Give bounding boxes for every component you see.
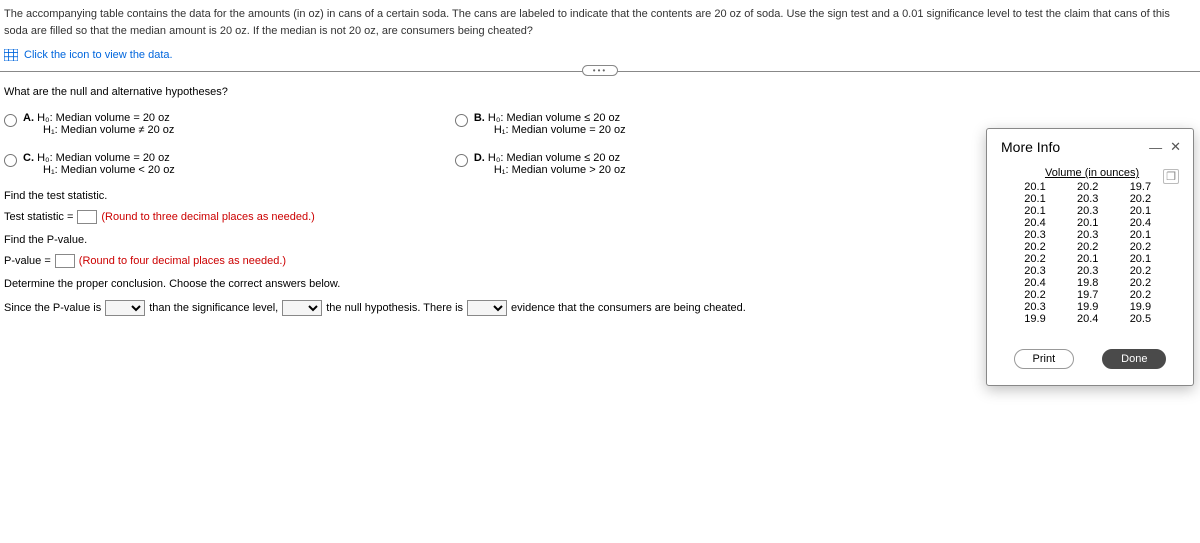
- data-cell: 20.2: [1118, 277, 1151, 289]
- hypotheses-question: What are the null and alternative hypoth…: [4, 86, 1196, 98]
- concl-text-3: the null hypothesis. There is: [326, 302, 463, 314]
- data-cell: 20.2: [1118, 265, 1151, 277]
- more-info-modal: More Info — ✕ ❐ Volume (in ounces) 20.12…: [986, 128, 1194, 386]
- data-header: Volume (in ounces): [1021, 167, 1179, 179]
- print-button[interactable]: Print: [1014, 349, 1075, 369]
- data-cell: 19.9: [1013, 313, 1046, 325]
- option-b[interactable]: B. H₀: Median volume ≤ 20 oz H₁: Median …: [455, 112, 626, 136]
- data-cell: 20.2: [1066, 241, 1099, 253]
- concl-text-4: evidence that the consumers are being ch…: [511, 302, 746, 314]
- data-cell: 20.4: [1066, 313, 1099, 325]
- data-cell: 20.2: [1118, 289, 1151, 301]
- data-cell: 20.4: [1013, 217, 1046, 229]
- radio-d[interactable]: [455, 154, 468, 167]
- data-cell: 20.3: [1066, 229, 1099, 241]
- data-cell: 20.3: [1066, 265, 1099, 277]
- data-cell: 20.5: [1118, 313, 1151, 325]
- option-d[interactable]: D. H₀: Median volume ≤ 20 oz H₁: Median …: [455, 152, 626, 176]
- data-cell: 20.1: [1118, 253, 1151, 265]
- p-value-input[interactable]: [55, 254, 75, 268]
- data-cell: 20.2: [1013, 289, 1046, 301]
- concl-text-2: than the significance level,: [149, 302, 278, 314]
- p-hint: (Round to four decimal places as needed.…: [79, 255, 286, 267]
- view-data-text: Click the icon to view the data.: [24, 49, 173, 61]
- minimize-icon[interactable]: —: [1149, 140, 1162, 155]
- data-cell: 20.2: [1118, 241, 1151, 253]
- data-cell: 20.4: [1118, 217, 1151, 229]
- data-cell: 19.9: [1118, 301, 1151, 313]
- data-cell: 20.1: [1013, 181, 1046, 193]
- data-cell: 19.7: [1066, 289, 1099, 301]
- test-statistic-input[interactable]: [77, 210, 97, 224]
- option-c[interactable]: C. H₀: Median volume = 20 oz H₁: Median …: [4, 152, 175, 176]
- data-cell: 19.8: [1066, 277, 1099, 289]
- problem-intro: The accompanying table contains the data…: [0, 0, 1200, 45]
- view-data-link[interactable]: Click the icon to view the data.: [0, 45, 1200, 65]
- radio-c[interactable]: [4, 154, 17, 167]
- evidence-select[interactable]: [467, 300, 507, 316]
- data-cell: 20.3: [1013, 229, 1046, 241]
- data-cell: 20.3: [1066, 193, 1099, 205]
- radio-a[interactable]: [4, 114, 17, 127]
- modal-title: More Info: [1001, 139, 1060, 155]
- data-cell: 20.1: [1066, 253, 1099, 265]
- data-cell: 20.1: [1066, 217, 1099, 229]
- done-button[interactable]: Done: [1102, 349, 1166, 369]
- data-cell: 20.2: [1013, 253, 1046, 265]
- data-cell: 20.1: [1118, 229, 1151, 241]
- decision-select[interactable]: [282, 300, 322, 316]
- data-cell: 20.1: [1013, 193, 1046, 205]
- p-prefix: P-value =: [4, 255, 51, 267]
- table-icon: [4, 49, 18, 61]
- collapse-notch[interactable]: •••: [0, 65, 1200, 76]
- data-cell: 20.1: [1013, 205, 1046, 217]
- concl-text-1: Since the P-value is: [4, 302, 101, 314]
- close-icon[interactable]: ✕: [1170, 139, 1181, 155]
- data-cell: 19.9: [1066, 301, 1099, 313]
- data-grid: 20.120.219.720.120.320.220.120.320.120.4…: [1001, 181, 1163, 325]
- data-cell: 20.1: [1118, 205, 1151, 217]
- radio-b[interactable]: [455, 114, 468, 127]
- data-cell: 20.4: [1013, 277, 1046, 289]
- stat-prefix: Test statistic =: [4, 211, 73, 223]
- data-cell: 19.7: [1118, 181, 1151, 193]
- copy-icon[interactable]: ❐: [1163, 169, 1179, 184]
- data-cell: 20.2: [1066, 181, 1099, 193]
- data-cell: 20.3: [1066, 205, 1099, 217]
- data-cell: 20.2: [1118, 193, 1151, 205]
- compare-select[interactable]: [105, 300, 145, 316]
- option-a[interactable]: A. H₀: Median volume = 20 oz H₁: Median …: [4, 112, 175, 136]
- data-cell: 20.3: [1013, 265, 1046, 277]
- data-cell: 20.2: [1013, 241, 1046, 253]
- data-cell: 20.3: [1013, 301, 1046, 313]
- stat-hint: (Round to three decimal places as needed…: [101, 211, 314, 223]
